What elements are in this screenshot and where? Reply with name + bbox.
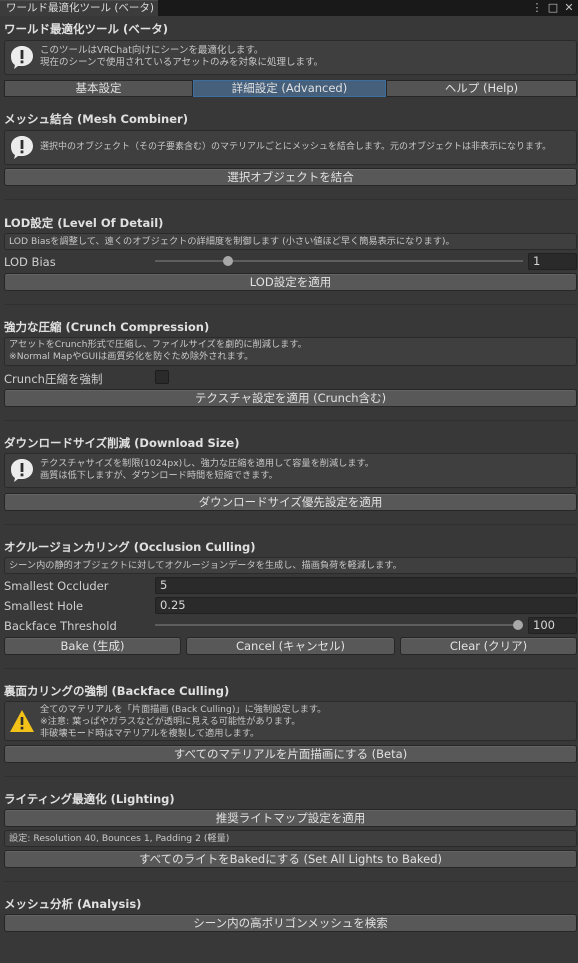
slider-track [155, 624, 523, 626]
backface-threshold-label: Backface Threshold [4, 619, 117, 633]
apply-texture-settings-button[interactable]: テクスチャ設定を適用 (Crunch含む) [4, 389, 577, 407]
info-line: 画質は低下しますが、ダウンロード時間を短縮できます。 [40, 470, 278, 481]
close-icon[interactable]: ✕ [562, 0, 576, 16]
tab-basic[interactable]: 基本設定 [4, 80, 193, 97]
smallest-hole-label: Smallest Hole [4, 599, 84, 613]
divider [4, 420, 577, 421]
clear-button[interactable]: Clear (クリア) [400, 637, 577, 655]
analysis-title: メッシュ分析 (Analysis) [4, 897, 142, 911]
tab-help[interactable]: ヘルプ (Help) [386, 80, 577, 97]
window-tab-title: ワールド最適化ツール (ベータ) [6, 2, 155, 14]
slider-track [155, 260, 523, 262]
maximize-icon[interactable]: □ [546, 0, 560, 16]
smallest-occluder-field[interactable]: 5 [155, 577, 577, 594]
crunch-checkbox[interactable] [155, 370, 169, 384]
backface-title: 裏面カリングの強制 (Backface Culling) [4, 684, 230, 698]
info-line: テクスチャサイズを制限(1024px)し、強力な圧縮を適用して容量を削減します。 [40, 458, 374, 469]
lod-info-box: LOD Biasを調整して、遠くのオブジェクトの詳細度を制御します (小さい値ほ… [4, 233, 577, 250]
divider [4, 524, 577, 525]
slider-thumb[interactable] [223, 256, 234, 266]
apply-backface-culling-button[interactable]: すべてのマテリアルを片面描画にする (Beta) [4, 745, 577, 763]
info-line: 現在のシーンで使用されているアセットのみを対象に処理します。 [40, 57, 324, 68]
mesh-combiner-title: メッシュ結合 (Mesh Combiner) [4, 112, 188, 126]
info-line: 選択中のオブジェクト（その子要素含む）のマテリアルごとにメッシュを結合します。元… [40, 142, 552, 152]
divider [4, 776, 577, 777]
info-line: ※注意: 葉っぱやガラスなどが透明に見える可能性があります。 [40, 716, 301, 727]
lod-title: LOD設定 (Level Of Detail) [4, 216, 164, 230]
backface-threshold-field[interactable]: 100 [528, 617, 577, 634]
apply-download-size-button[interactable]: ダウンロードサイズ優先設定を適用 [4, 493, 577, 511]
divider [4, 881, 577, 882]
occlusion-info-box: シーン内の静的オブジェクトに対してオクルージョンデータを生成し、描画負荷を軽減し… [4, 557, 577, 574]
info-line: 非破壊モード時はマテリアルを複製して適用します。 [40, 728, 260, 739]
lighting-title: ライティング最適化 (Lighting) [4, 792, 175, 806]
combine-selected-button[interactable]: 選択オブジェクトを結合 [4, 168, 577, 186]
crunch-info-box: アセットをCrunch形式で圧縮し、ファイルサイズを劇的に削減します。 ※Nor… [4, 337, 577, 366]
info-line: LOD Biasを調整して、遠くのオブジェクトの詳細度を制御します (小さい値ほ… [9, 236, 455, 247]
bake-button[interactable]: Bake (生成) [4, 637, 181, 655]
slider-thumb[interactable] [513, 620, 523, 630]
info-line: アセットをCrunch形式で圧縮し、ファイルサイズを劇的に削減します。 [9, 339, 307, 350]
divider [4, 199, 577, 200]
lod-bias-label: LOD Bias [4, 255, 56, 269]
backface-warning-box: 全てのマテリアルを「片面描画 (Back Culling)」に強制設定します。 … [4, 701, 577, 741]
tab-advanced[interactable]: 詳細設定 (Advanced) [193, 80, 386, 97]
menu-icon[interactable]: ⋮ [531, 0, 543, 16]
info-line: このツールはVRChat向けにシーンを最適化します。 [40, 45, 264, 56]
smallest-occluder-label: Smallest Occluder [4, 579, 109, 593]
lod-bias-slider[interactable] [155, 253, 523, 270]
download-title: ダウンロードサイズ削減 (Download Size) [4, 436, 240, 450]
page-title: ワールド最適化ツール (ベータ) [4, 22, 169, 36]
divider [4, 304, 577, 305]
info-icon [11, 136, 33, 159]
smallest-hole-field[interactable]: 0.25 [155, 597, 577, 614]
crunch-toggle-label: Crunch圧縮を強制 [4, 372, 103, 386]
cancel-button[interactable]: Cancel (キャンセル) [186, 637, 395, 655]
mesh-combiner-info-box: 選択中のオブジェクト（その子要素含む）のマテリアルごとにメッシュを結合します。元… [4, 130, 577, 165]
apply-lod-button[interactable]: LOD設定を適用 [4, 273, 577, 291]
occlusion-title: オクルージョンカリング (Occlusion Culling) [4, 540, 256, 554]
window-tab[interactable]: ワールド最適化ツール (ベータ) [0, 0, 158, 16]
download-info-box: テクスチャサイズを制限(1024px)し、強力な圧縮を適用して容量を削減します。… [4, 453, 577, 488]
divider [4, 668, 577, 669]
info-line: 全てのマテリアルを「片面描画 (Back Culling)」に強制設定します。 [40, 704, 327, 715]
backface-threshold-slider[interactable] [155, 617, 523, 634]
header-info-box: このツールはVRChat向けにシーンを最適化します。 現在のシーンで使用されてい… [4, 40, 577, 75]
lod-bias-field[interactable]: 1 [528, 253, 577, 270]
info-line: シーン内の静的オブジェクトに対してオクルージョンデータを生成し、描画負荷を軽減し… [9, 560, 402, 571]
lighting-settings-text: 設定: Resolution 40, Bounces 1, Padding 2 … [9, 833, 230, 844]
info-icon [11, 46, 33, 69]
apply-lightmap-button[interactable]: 推奨ライトマップ設定を適用 [4, 809, 577, 827]
info-line: ※Normal MapやGUIは画質劣化を防ぐため除外されます。 [9, 351, 254, 362]
lighting-settings-box: 設定: Resolution 40, Bounces 1, Padding 2 … [4, 830, 577, 847]
info-icon [11, 459, 33, 482]
crunch-title: 強力な圧縮 (Crunch Compression) [4, 320, 210, 334]
find-high-poly-button[interactable]: シーン内の高ポリゴンメッシュを検索 [4, 914, 577, 932]
warning-icon [10, 710, 34, 732]
bake-all-lights-button[interactable]: すべてのライトをBakedにする (Set All Lights to Bake… [4, 850, 577, 868]
